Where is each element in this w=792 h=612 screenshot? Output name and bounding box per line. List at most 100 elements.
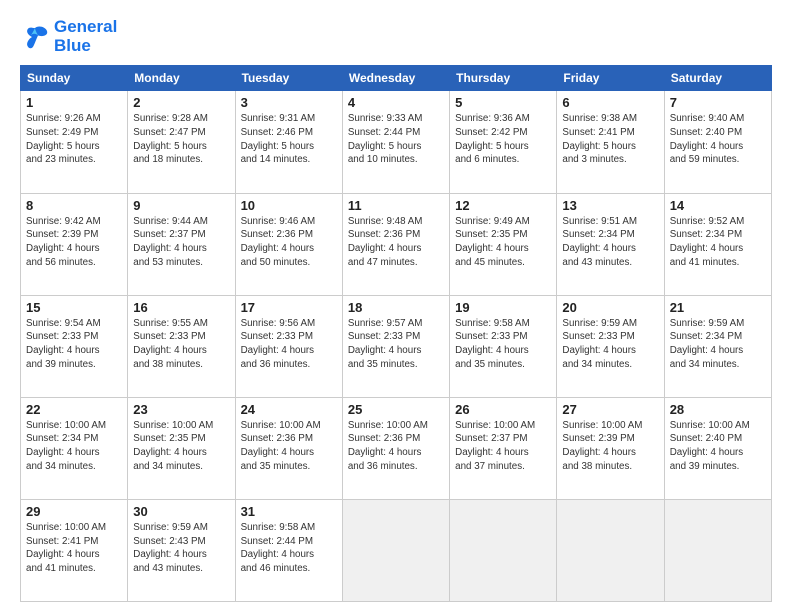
calendar-cell: 12 Sunrise: 9:49 AM Sunset: 2:35 PM Dayli… xyxy=(450,193,557,295)
calendar-cell: 14 Sunrise: 9:52 AM Sunset: 2:34 PM Dayli… xyxy=(664,193,771,295)
calendar-table: SundayMondayTuesdayWednesdayThursdayFrid… xyxy=(20,65,772,602)
day-info: Sunrise: 10:00 AM Sunset: 2:36 PM Daylig… xyxy=(241,419,337,474)
day-info: Sunrise: 10:00 AM Sunset: 2:39 PM Daylig… xyxy=(562,419,658,474)
day-number: 28 xyxy=(670,402,766,417)
logo-icon xyxy=(20,22,50,52)
day-info: Sunrise: 10:00 AM Sunset: 2:37 PM Daylig… xyxy=(455,419,551,474)
calendar-cell: 21Sunrise: 9:59 AM Sunset: 2:34 PM Dayli… xyxy=(664,295,771,397)
calendar-cell: 4 Sunrise: 9:33 AM Sunset: 2:44 PM Daylig… xyxy=(342,91,449,193)
weekday-header-friday: Friday xyxy=(557,66,664,91)
day-number: 19 xyxy=(455,300,551,315)
day-info: Sunrise: 10:00 AM Sunset: 2:34 PM Daylig… xyxy=(26,419,122,474)
day-info: Sunrise: 9:51 AM Sunset: 2:34 PM Dayligh… xyxy=(562,215,658,270)
calendar-cell: 8Sunrise: 9:42 AM Sunset: 2:39 PM Daylig… xyxy=(21,193,128,295)
calendar-cell: 3Sunrise: 9:31 AM Sunset: 2:46 PM Daylig… xyxy=(235,91,342,193)
calendar-cell: 23 Sunrise: 10:00 AM Sunset: 2:35 PM Dayl… xyxy=(128,397,235,499)
calendar-cell: 2 Sunrise: 9:28 AM Sunset: 2:47 PM Daylig… xyxy=(128,91,235,193)
day-number: 30 xyxy=(133,504,229,519)
day-number: 5 xyxy=(455,95,551,110)
day-number: 2 xyxy=(133,95,229,110)
day-number: 13 xyxy=(562,198,658,213)
calendar-cell xyxy=(450,499,557,601)
calendar-cell: 15 Sunrise: 9:54 AM Sunset: 2:33 PM Dayli… xyxy=(21,295,128,397)
day-info: Sunrise: 9:48 AM Sunset: 2:36 PM Dayligh… xyxy=(348,215,444,270)
day-number: 7 xyxy=(670,95,766,110)
header: General Blue xyxy=(20,18,772,55)
day-info: Sunrise: 9:28 AM Sunset: 2:47 PM Dayligh… xyxy=(133,112,229,167)
day-number: 24 xyxy=(241,402,337,417)
day-info: Sunrise: 9:44 AM Sunset: 2:37 PM Dayligh… xyxy=(133,215,229,270)
calendar-cell: 16 Sunrise: 9:55 AM Sunset: 2:33 PM Dayli… xyxy=(128,295,235,397)
calendar-cell: 13 Sunrise: 9:51 AM Sunset: 2:34 PM Dayli… xyxy=(557,193,664,295)
day-info: Sunrise: 9:49 AM Sunset: 2:35 PM Dayligh… xyxy=(455,215,551,270)
day-info: Sunrise: 9:36 AM Sunset: 2:42 PM Dayligh… xyxy=(455,112,551,167)
day-number: 17 xyxy=(241,300,337,315)
calendar-cell: 25 Sunrise: 10:00 AM Sunset: 2:36 PM Dayl… xyxy=(342,397,449,499)
day-info: Sunrise: 9:56 AM Sunset: 2:33 PM Dayligh… xyxy=(241,317,337,372)
day-info: Sunrise: 9:46 AM Sunset: 2:36 PM Dayligh… xyxy=(241,215,337,270)
calendar-cell: 18 Sunrise: 9:57 AM Sunset: 2:33 PM Dayli… xyxy=(342,295,449,397)
day-number: 9 xyxy=(133,198,229,213)
day-number: 22 xyxy=(26,402,122,417)
day-number: 4 xyxy=(348,95,444,110)
day-info: Sunrise: 9:59 AM Sunset: 2:43 PM Dayligh… xyxy=(133,521,229,576)
day-number: 26 xyxy=(455,402,551,417)
calendar-cell: 28 Sunrise: 10:00 AM Sunset: 2:40 PM Dayl… xyxy=(664,397,771,499)
calendar-cell: 29Sunrise: 10:00 AM Sunset: 2:41 PM Dayl… xyxy=(21,499,128,601)
calendar-cell: 10Sunrise: 9:46 AM Sunset: 2:36 PM Dayli… xyxy=(235,193,342,295)
day-info: Sunrise: 10:00 AM Sunset: 2:35 PM Daylig… xyxy=(133,419,229,474)
calendar-cell: 24 Sunrise: 10:00 AM Sunset: 2:36 PM Dayl… xyxy=(235,397,342,499)
calendar-cell: 20 Sunrise: 9:59 AM Sunset: 2:33 PM Dayli… xyxy=(557,295,664,397)
calendar-cell: 5 Sunrise: 9:36 AM Sunset: 2:42 PM Daylig… xyxy=(450,91,557,193)
day-info: Sunrise: 9:33 AM Sunset: 2:44 PM Dayligh… xyxy=(348,112,444,167)
day-number: 16 xyxy=(133,300,229,315)
day-number: 6 xyxy=(562,95,658,110)
day-info: Sunrise: 9:38 AM Sunset: 2:41 PM Dayligh… xyxy=(562,112,658,167)
day-number: 20 xyxy=(562,300,658,315)
weekday-header-thursday: Thursday xyxy=(450,66,557,91)
day-number: 3 xyxy=(241,95,337,110)
day-info: Sunrise: 9:52 AM Sunset: 2:34 PM Dayligh… xyxy=(670,215,766,270)
calendar-cell: 9 Sunrise: 9:44 AM Sunset: 2:37 PM Daylig… xyxy=(128,193,235,295)
day-number: 23 xyxy=(133,402,229,417)
weekday-header-tuesday: Tuesday xyxy=(235,66,342,91)
day-info: Sunrise: 9:26 AM Sunset: 2:49 PM Dayligh… xyxy=(26,112,122,167)
day-number: 18 xyxy=(348,300,444,315)
weekday-header-sunday: Sunday xyxy=(21,66,128,91)
day-number: 15 xyxy=(26,300,122,315)
day-info: Sunrise: 9:42 AM Sunset: 2:39 PM Dayligh… xyxy=(26,215,122,270)
calendar-cell: 6 Sunrise: 9:38 AM Sunset: 2:41 PM Daylig… xyxy=(557,91,664,193)
day-number: 12 xyxy=(455,198,551,213)
weekday-header-wednesday: Wednesday xyxy=(342,66,449,91)
calendar-cell xyxy=(557,499,664,601)
day-info: Sunrise: 9:58 AM Sunset: 2:33 PM Dayligh… xyxy=(455,317,551,372)
weekday-header-saturday: Saturday xyxy=(664,66,771,91)
calendar-cell: 30 Sunrise: 9:59 AM Sunset: 2:43 PM Dayli… xyxy=(128,499,235,601)
calendar-cell: 17 Sunrise: 9:56 AM Sunset: 2:33 PM Dayli… xyxy=(235,295,342,397)
day-info: Sunrise: 9:54 AM Sunset: 2:33 PM Dayligh… xyxy=(26,317,122,372)
day-info: Sunrise: 9:58 AM Sunset: 2:44 PM Dayligh… xyxy=(241,521,337,576)
day-info: Sunrise: 9:55 AM Sunset: 2:33 PM Dayligh… xyxy=(133,317,229,372)
calendar-cell: 19 Sunrise: 9:58 AM Sunset: 2:33 PM Dayli… xyxy=(450,295,557,397)
calendar-cell xyxy=(664,499,771,601)
day-info: Sunrise: 9:59 AM Sunset: 2:34 PM Dayligh… xyxy=(670,317,766,372)
day-number: 1 xyxy=(26,95,122,110)
logo-text: General Blue xyxy=(54,18,117,55)
day-number: 11 xyxy=(348,198,444,213)
day-info: Sunrise: 10:00 AM Sunset: 2:41 PM Daylig… xyxy=(26,521,122,576)
day-info: Sunrise: 9:59 AM Sunset: 2:33 PM Dayligh… xyxy=(562,317,658,372)
calendar-cell: 7 Sunrise: 9:40 AM Sunset: 2:40 PM Daylig… xyxy=(664,91,771,193)
day-number: 25 xyxy=(348,402,444,417)
day-info: Sunrise: 9:57 AM Sunset: 2:33 PM Dayligh… xyxy=(348,317,444,372)
calendar-cell: 1 Sunrise: 9:26 AM Sunset: 2:49 PM Daylig… xyxy=(21,91,128,193)
weekday-header-monday: Monday xyxy=(128,66,235,91)
day-info: Sunrise: 10:00 AM Sunset: 2:36 PM Daylig… xyxy=(348,419,444,474)
calendar-cell: 22 Sunrise: 10:00 AM Sunset: 2:34 PM Dayl… xyxy=(21,397,128,499)
day-info: Sunrise: 9:40 AM Sunset: 2:40 PM Dayligh… xyxy=(670,112,766,167)
calendar-cell: 31 Sunrise: 9:58 AM Sunset: 2:44 PM Dayli… xyxy=(235,499,342,601)
day-info: Sunrise: 10:00 AM Sunset: 2:40 PM Daylig… xyxy=(670,419,766,474)
page: General Blue SundayMondayTuesdayWednesda… xyxy=(0,0,792,612)
calendar-cell xyxy=(342,499,449,601)
day-number: 14 xyxy=(670,198,766,213)
day-number: 31 xyxy=(241,504,337,519)
